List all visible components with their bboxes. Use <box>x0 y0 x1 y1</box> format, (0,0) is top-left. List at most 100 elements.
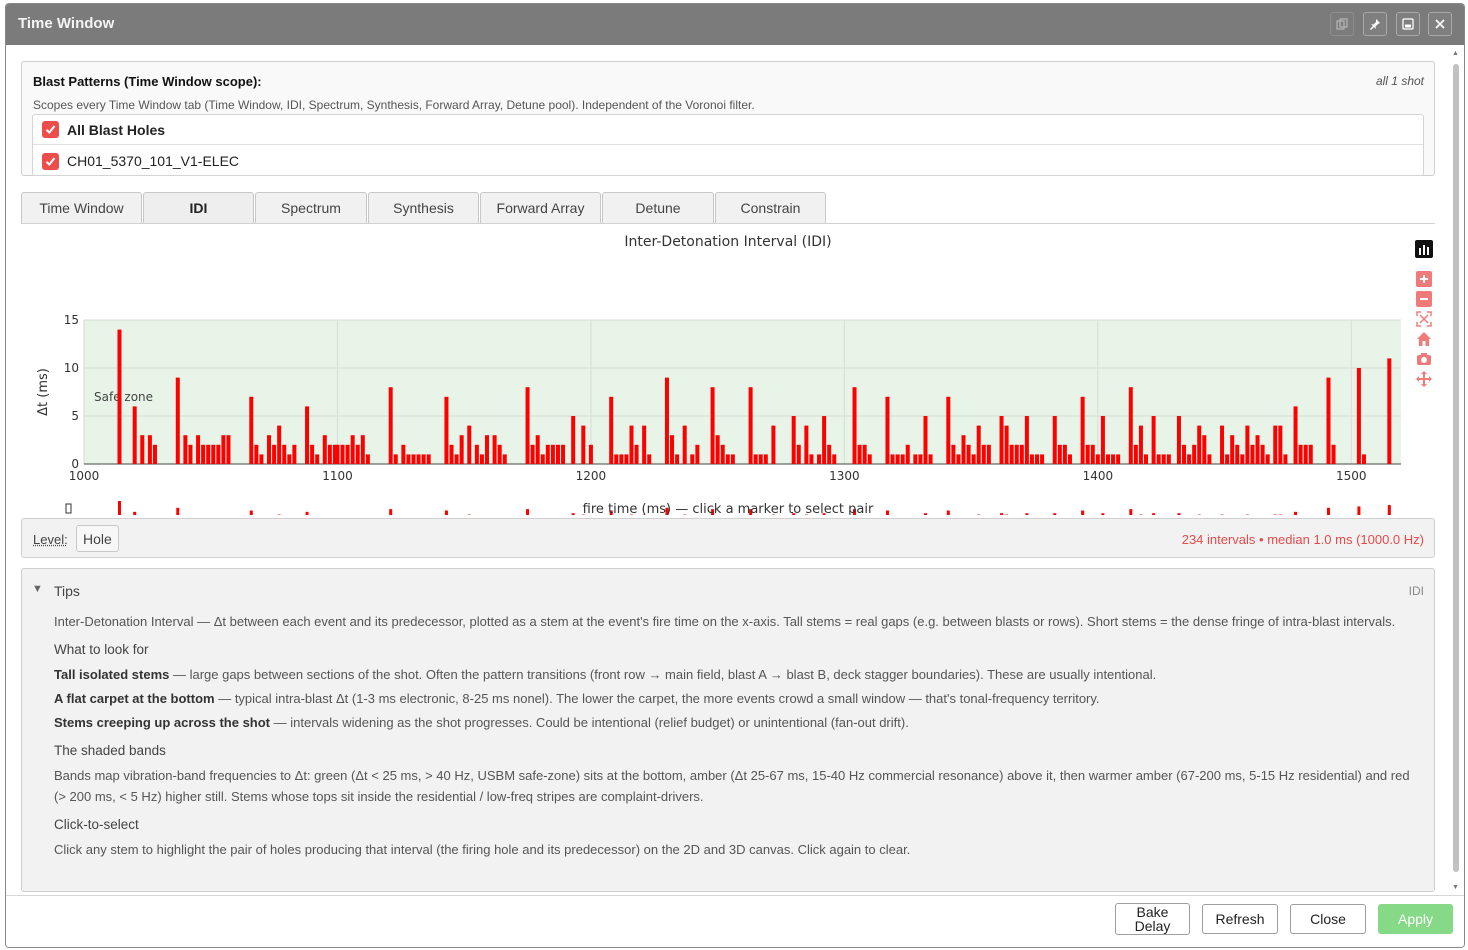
idi-stem[interactable] <box>132 406 137 464</box>
idi-stem[interactable] <box>961 435 966 464</box>
collapse-caret-icon[interactable]: ▼ <box>32 583 43 595</box>
scroll-up-icon[interactable]: ▲ <box>1452 50 1459 57</box>
idi-stem[interactable] <box>1105 454 1110 464</box>
idi-stem[interactable] <box>1361 454 1366 464</box>
idi-stem[interactable] <box>360 435 365 464</box>
idi-stem[interactable] <box>411 454 416 464</box>
title-bar[interactable]: Time Window <box>6 4 1464 45</box>
idi-stem[interactable] <box>918 454 923 464</box>
idi-stem[interactable] <box>550 444 555 464</box>
apply-button[interactable]: Apply <box>1378 904 1453 934</box>
idi-stem[interactable] <box>117 329 122 464</box>
idi-stem[interactable] <box>1128 387 1133 464</box>
pattern-item-ch01[interactable]: CH01_5370_101_V1-ELEC <box>33 146 1423 176</box>
idi-stem[interactable] <box>201 444 206 464</box>
idi-stem[interactable] <box>502 454 507 464</box>
idi-stem[interactable] <box>804 425 809 464</box>
idi-stem[interactable] <box>1009 444 1014 464</box>
idi-stem[interactable] <box>1326 377 1331 464</box>
pin-window-button[interactable] <box>1363 12 1387 36</box>
tips-title[interactable]: Tips <box>54 583 80 599</box>
tab-forward-array[interactable]: Forward Array <box>480 192 601 224</box>
idi-stem[interactable] <box>401 444 406 464</box>
idi-stem[interactable] <box>885 396 890 464</box>
reset-axes-button[interactable] <box>1414 329 1434 349</box>
idi-stem[interactable] <box>1356 368 1361 464</box>
tab-idi[interactable]: IDI <box>143 192 254 224</box>
idi-stem[interactable] <box>249 396 254 464</box>
range-handle-left[interactable] <box>65 503 72 514</box>
zoom-in-button[interactable] <box>1414 269 1434 289</box>
idi-stem[interactable] <box>642 425 647 464</box>
idi-stem[interactable] <box>619 454 624 464</box>
idi-stem[interactable] <box>629 425 634 464</box>
idi-stem[interactable] <box>479 454 484 464</box>
idi-stem[interactable] <box>310 444 315 464</box>
idi-stem[interactable] <box>1095 454 1100 464</box>
idi-stem[interactable] <box>905 444 910 464</box>
idi-stem[interactable] <box>1040 454 1045 464</box>
idi-stem[interactable] <box>946 396 951 464</box>
idi-stem[interactable] <box>852 387 857 464</box>
idi-stem[interactable] <box>1298 444 1303 464</box>
tab-detune[interactable]: Detune <box>602 192 714 224</box>
idi-stem[interactable] <box>1166 454 1171 464</box>
idi-stem[interactable] <box>895 454 900 464</box>
idi-stem[interactable] <box>725 454 730 464</box>
close-button[interactable]: Close <box>1290 904 1366 934</box>
idi-stem[interactable] <box>449 444 454 464</box>
idi-stem[interactable] <box>588 444 593 464</box>
idi-stem[interactable] <box>1052 416 1057 464</box>
idi-stem[interactable] <box>492 435 497 464</box>
idi-stem[interactable] <box>822 416 827 464</box>
idi-chart-svg[interactable]: Inter-Detonation Interval (IDI) Safe zon… <box>21 225 1410 520</box>
idi-stem[interactable] <box>1024 416 1029 464</box>
idi-stem[interactable] <box>175 377 180 464</box>
idi-stem[interactable] <box>1100 416 1105 464</box>
idi-stem[interactable] <box>196 435 201 464</box>
idi-stem[interactable] <box>1116 454 1121 464</box>
idi-stem[interactable] <box>581 425 586 464</box>
idi-stem[interactable] <box>862 444 867 464</box>
idi-stem[interactable] <box>345 444 350 464</box>
idi-stem[interactable] <box>1176 416 1181 464</box>
idi-stem[interactable] <box>720 444 725 464</box>
idi-stem[interactable] <box>791 416 796 464</box>
idi-stem[interactable] <box>277 425 282 464</box>
pan-button[interactable] <box>1414 369 1434 389</box>
tab-time-window[interactable]: Time Window <box>21 192 142 224</box>
idi-stem[interactable] <box>827 444 832 464</box>
copy-window-button[interactable] <box>1330 12 1354 36</box>
idi-stem[interactable] <box>999 416 1004 464</box>
idi-stem[interactable] <box>1187 454 1192 464</box>
idi-stem[interactable] <box>695 444 700 464</box>
idi-stem[interactable] <box>322 435 327 464</box>
idi-stem[interactable] <box>188 444 193 464</box>
idi-stem[interactable] <box>1265 454 1270 464</box>
idi-stem[interactable] <box>206 444 211 464</box>
pattern-item-all[interactable]: All Blast Holes <box>33 115 1423 145</box>
idi-stem[interactable] <box>1331 444 1336 464</box>
idi-stem[interactable] <box>259 454 264 464</box>
idi-stem[interactable] <box>267 435 272 464</box>
idi-stem[interactable] <box>923 416 928 464</box>
idi-stem[interactable] <box>1014 444 1019 464</box>
idi-chart[interactable]: Inter-Detonation Interval (IDI) Safe zon… <box>21 225 1435 520</box>
idi-stem[interactable] <box>951 444 956 464</box>
idi-stem[interactable] <box>1090 444 1095 464</box>
zoom-out-button[interactable] <box>1414 289 1434 309</box>
idi-stem[interactable] <box>454 454 459 464</box>
idi-stem[interactable] <box>1293 406 1298 464</box>
content-scrollbar[interactable]: ▲ ▼ <box>1450 48 1462 893</box>
idi-stem[interactable] <box>525 387 530 464</box>
save-window-button[interactable] <box>1396 12 1420 36</box>
plotly-logo-button[interactable] <box>1414 239 1434 259</box>
idi-stem[interactable] <box>216 444 221 464</box>
idi-stem[interactable] <box>913 454 918 464</box>
idi-stem[interactable] <box>730 454 735 464</box>
idi-stem[interactable] <box>365 454 370 464</box>
idi-stem[interactable] <box>1156 454 1161 464</box>
idi-stem[interactable] <box>474 444 479 464</box>
idi-stem[interactable] <box>221 435 226 464</box>
idi-stem[interactable] <box>1283 454 1288 464</box>
